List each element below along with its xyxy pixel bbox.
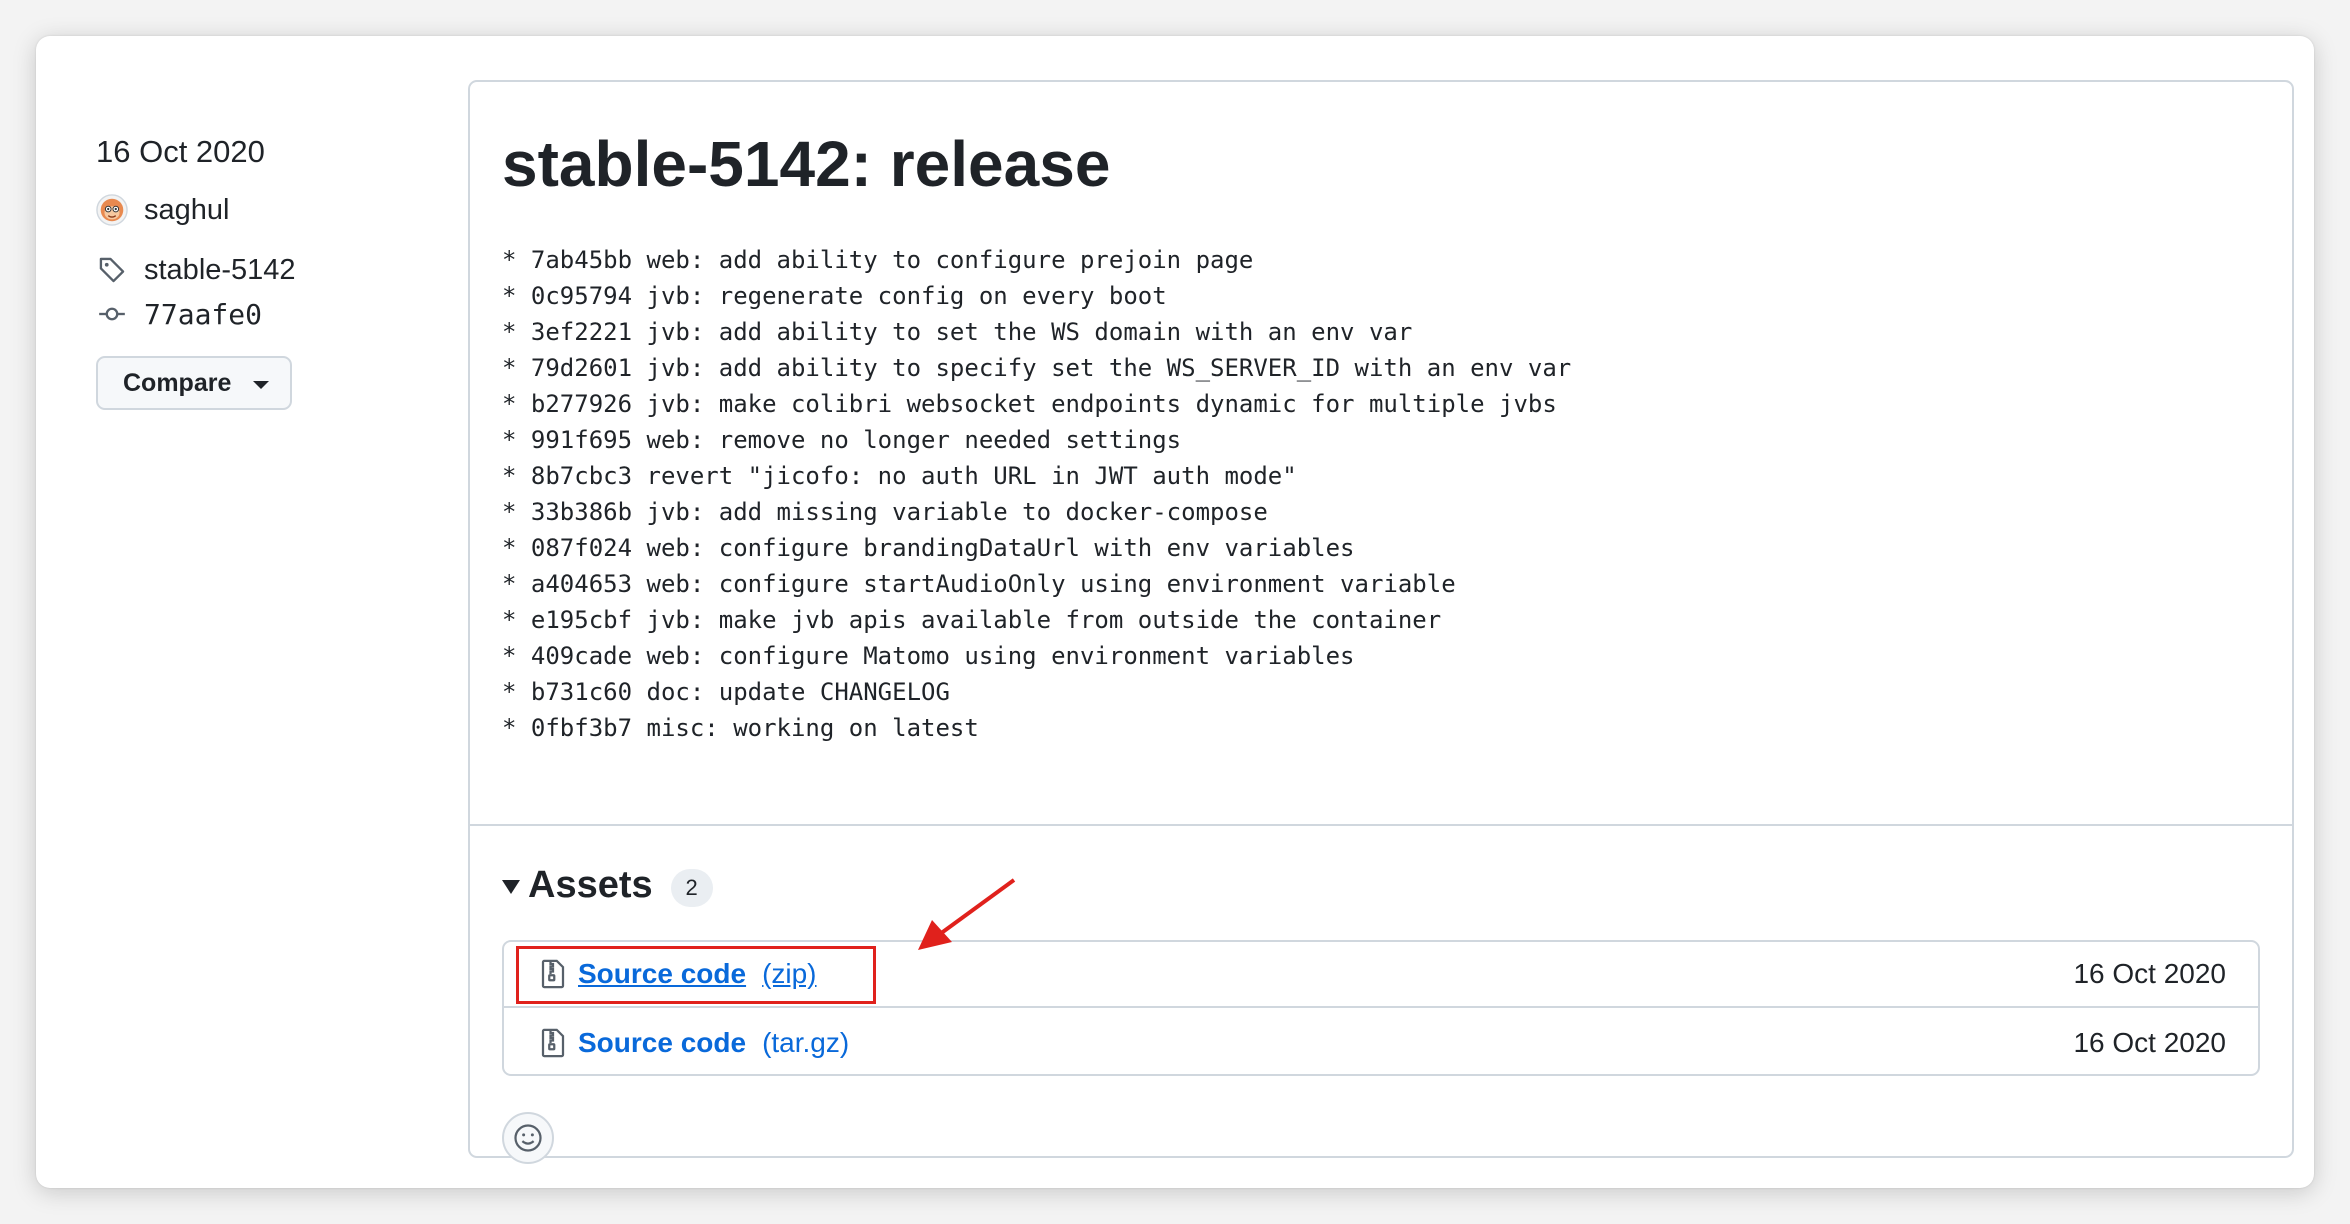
divider xyxy=(470,824,2292,826)
compare-label: Compare xyxy=(123,368,232,397)
asset-row-targz: Source code (tar.gz) 16 Oct 2020 xyxy=(504,1010,2258,1076)
asset-ext-targz[interactable]: (tar.gz) xyxy=(762,1027,849,1059)
note-line: * b277926 jvb: make colibri websocket en… xyxy=(502,390,1557,418)
tag-name: stable-5142 xyxy=(144,253,296,286)
commit-link[interactable]: 77aafe0 xyxy=(96,294,456,334)
tag-link[interactable]: stable-5142 xyxy=(96,250,456,290)
browser-window: 16 Oct 2020 saghul stable-5142 77aafe0 C… xyxy=(36,36,2314,1188)
asset-date: 16 Oct 2020 xyxy=(2073,1027,2226,1058)
note-line: * 33b386b jvb: add missing variable to d… xyxy=(502,498,1268,526)
release-meta: 16 Oct 2020 saghul stable-5142 77aafe0 C… xyxy=(96,132,456,410)
asset-row-zip: Source code (zip) 16 Oct 2020 xyxy=(504,942,2258,1008)
note-line: * 991f695 web: remove no longer needed s… xyxy=(502,426,1182,454)
note-line: * a404653 web: configure startAudioOnly … xyxy=(502,570,1456,598)
release-card: stable-5142: release * 7ab45bb web: add … xyxy=(468,80,2294,1164)
assets-label: Assets xyxy=(528,863,653,906)
note-line: * 0c95794 jvb: regenerate config on ever… xyxy=(502,282,1167,310)
asset-ext-zip[interactable]: (zip) xyxy=(762,958,816,990)
asset-link-source-code-zip[interactable]: Source code xyxy=(578,958,746,990)
asset-link-source-code-targz[interactable]: Source code xyxy=(578,1027,746,1059)
avatar-icon xyxy=(96,194,128,226)
release-notes: * 7ab45bb web: add ability to configure … xyxy=(502,242,2262,746)
asset-date: 16 Oct 2020 xyxy=(2073,958,2226,989)
file-zip-icon xyxy=(541,959,565,989)
file-zip-icon xyxy=(541,1028,565,1058)
note-line: * 409cade web: configure Matomo using en… xyxy=(502,642,1355,670)
note-line: * 8b7cbc3 revert "jicofo: no auth URL in… xyxy=(502,462,1297,490)
note-line: * 3ef2221 jvb: add ability to set the WS… xyxy=(502,318,1413,346)
note-line: * b731c60 doc: update CHANGELOG xyxy=(502,678,950,706)
assets-toggle[interactable]: Assets 2 xyxy=(502,860,713,910)
tag-icon xyxy=(96,254,128,286)
smiley-icon xyxy=(514,1124,542,1152)
release-title[interactable]: stable-5142: release xyxy=(502,124,1110,204)
compare-button[interactable]: Compare xyxy=(96,356,292,410)
add-reaction-button[interactable] xyxy=(502,1112,554,1164)
triangle-down-icon xyxy=(502,880,520,894)
note-line: * e195cbf jvb: make jvb apis available f… xyxy=(502,606,1442,634)
note-line: * 087f024 web: configure brandingDataUrl… xyxy=(502,534,1355,562)
chevron-down-icon xyxy=(253,381,270,389)
author-name: saghul xyxy=(144,193,230,226)
commit-hash: 77aafe0 xyxy=(144,297,263,331)
note-line: * 7ab45bb web: add ability to configure … xyxy=(502,246,1254,274)
release-date: 16 Oct 2020 xyxy=(96,134,265,169)
git-commit-icon xyxy=(96,298,128,330)
note-line: * 0fbf3b7 misc: working on latest xyxy=(502,714,979,742)
note-line: * 79d2601 jvb: add ability to specify se… xyxy=(502,354,1572,382)
avatar[interactable] xyxy=(96,194,128,226)
assets-count-badge: 2 xyxy=(670,869,713,907)
author-link[interactable]: saghul xyxy=(96,190,456,230)
assets-list: Source code (zip) 16 Oct 2020 Source cod… xyxy=(502,940,2260,1076)
